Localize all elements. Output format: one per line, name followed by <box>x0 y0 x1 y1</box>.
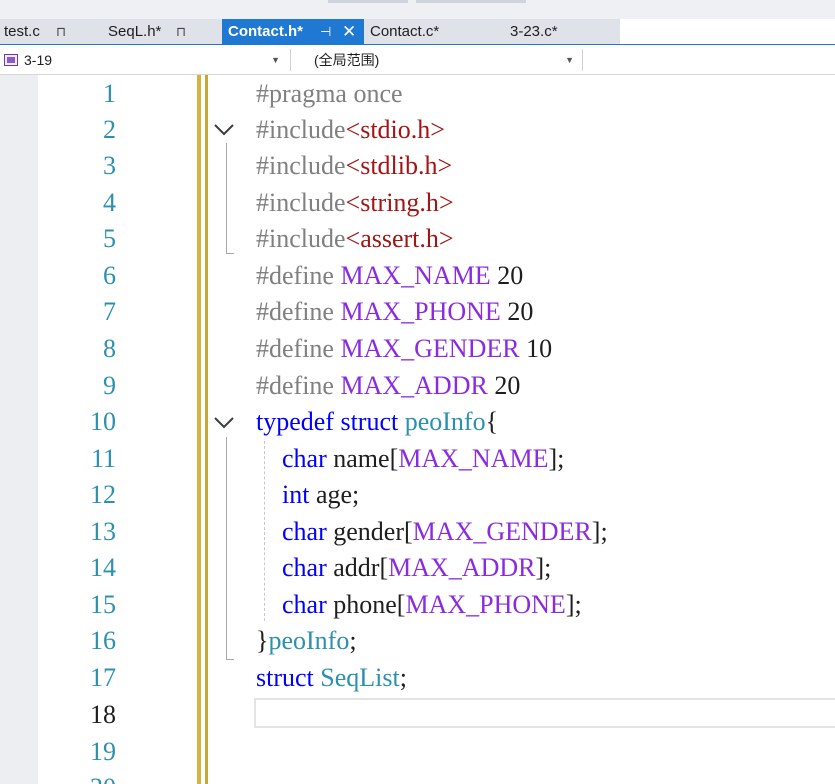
line-number: 19 <box>90 737 116 766</box>
code-line-2: #include<stdio.h> <box>256 115 445 144</box>
chevron-down-icon: ▼ <box>565 55 574 65</box>
fold-guide-end <box>226 253 234 254</box>
line-number-current: 18 <box>90 700 116 729</box>
line-number: 2 <box>103 115 116 144</box>
tab-label: Contact.c* <box>370 23 440 40</box>
code-line-15: char phone[MAX_PHONE]; <box>282 590 582 619</box>
code-editor[interactable]: 1 2 3 4 5 6 7 8 9 10 11 12 13 14 15 16 1… <box>0 75 835 784</box>
pin-icon[interactable]: ⊓ <box>176 19 186 45</box>
line-number: 13 <box>90 517 116 546</box>
tab-contact-c[interactable]: Contact.c* <box>364 19 504 45</box>
change-tracking-bar <box>197 75 201 784</box>
chevron-down-icon: ▼ <box>271 55 280 65</box>
chevron-down-icon[interactable] <box>212 413 236 433</box>
indicator-margin <box>0 75 38 784</box>
tab-3-23-c[interactable]: 3-23.c* <box>504 19 620 45</box>
line-number: 16 <box>90 626 116 655</box>
top-strip-divider <box>416 0 526 3</box>
code-line-7: #define MAX_PHONE 20 <box>256 297 534 326</box>
code-line-4: #include<string.h> <box>256 188 454 217</box>
navbar-separator <box>290 49 291 71</box>
code-line-14: char addr[MAX_ADDR]; <box>282 553 552 582</box>
change-tracking-bar <box>205 75 208 784</box>
code-line-6: #define MAX_NAME 20 <box>256 261 524 290</box>
line-number: 15 <box>90 590 116 619</box>
code-line-17: struct SeqList; <box>256 663 407 692</box>
scope-dropdown[interactable]: (全局范围) ▼ <box>296 49 580 71</box>
pin-icon[interactable]: ⊣ <box>320 19 331 45</box>
project-dropdown[interactable]: 3-19 ▼ <box>0 49 286 71</box>
code-line-12: int age; <box>282 480 360 509</box>
fold-guide <box>226 437 227 659</box>
code-line-9: #define MAX_ADDR 20 <box>256 371 521 400</box>
tab-test-c[interactable]: test.c ⊓ <box>0 19 100 45</box>
close-icon[interactable]: ✕ <box>342 19 356 45</box>
project-name: 3-19 <box>24 52 53 68</box>
line-number: 7 <box>103 297 116 326</box>
tab-label: test.c <box>4 23 40 40</box>
line-number: 3 <box>103 151 116 180</box>
line-number: 10 <box>90 407 116 436</box>
current-line-highlight <box>254 698 835 728</box>
tab-seql-h[interactable]: SeqL.h* ⊓ <box>100 19 222 45</box>
fold-guide <box>226 143 227 253</box>
pin-icon[interactable]: ⊓ <box>56 19 66 45</box>
tab-contact-h[interactable]: Contact.h* ⊣ ✕ <box>222 19 364 45</box>
line-number: 5 <box>103 224 116 253</box>
line-number: 4 <box>103 188 116 217</box>
top-strip-divider <box>328 0 408 3</box>
tab-label: 3-23.c* <box>510 23 558 40</box>
code-line-16: }peoInfo; <box>256 626 357 655</box>
navbar-separator <box>582 49 583 71</box>
code-line-3: #include<stdlib.h> <box>256 151 453 180</box>
scope-name: (全局范围) <box>314 52 380 68</box>
tab-label: SeqL.h* <box>108 23 162 40</box>
line-number: 17 <box>90 663 116 692</box>
fold-guide-end <box>226 659 234 660</box>
line-number: 14 <box>90 553 116 582</box>
line-number: 9 <box>103 371 116 400</box>
code-line-13: char gender[MAX_GENDER]; <box>282 517 608 546</box>
code-line-10: typedef struct peoInfo{ <box>256 407 499 436</box>
code-line-8: #define MAX_GENDER 10 <box>256 334 553 363</box>
line-number: 8 <box>103 334 116 363</box>
line-number: 20 <box>60 770 116 784</box>
chevron-down-icon[interactable] <box>212 120 236 140</box>
line-number: 6 <box>103 261 116 290</box>
line-number: 12 <box>90 480 116 509</box>
code-line-11: char name[MAX_NAME]; <box>282 444 565 473</box>
window-top-strip <box>0 0 835 19</box>
code-line-1: #pragma once <box>256 79 403 108</box>
line-number: 11 <box>90 444 116 473</box>
navigation-bar: 3-19 ▼ (全局范围) ▼ <box>0 45 835 75</box>
document-tab-bar: test.c ⊓ SeqL.h* ⊓ Contact.h* ⊣ ✕ Contac… <box>0 19 835 45</box>
line-number: 1 <box>103 79 116 108</box>
project-icon <box>4 54 18 66</box>
code-line-5: #include<assert.h> <box>256 224 454 253</box>
tab-label: Contact.h* <box>228 23 303 40</box>
